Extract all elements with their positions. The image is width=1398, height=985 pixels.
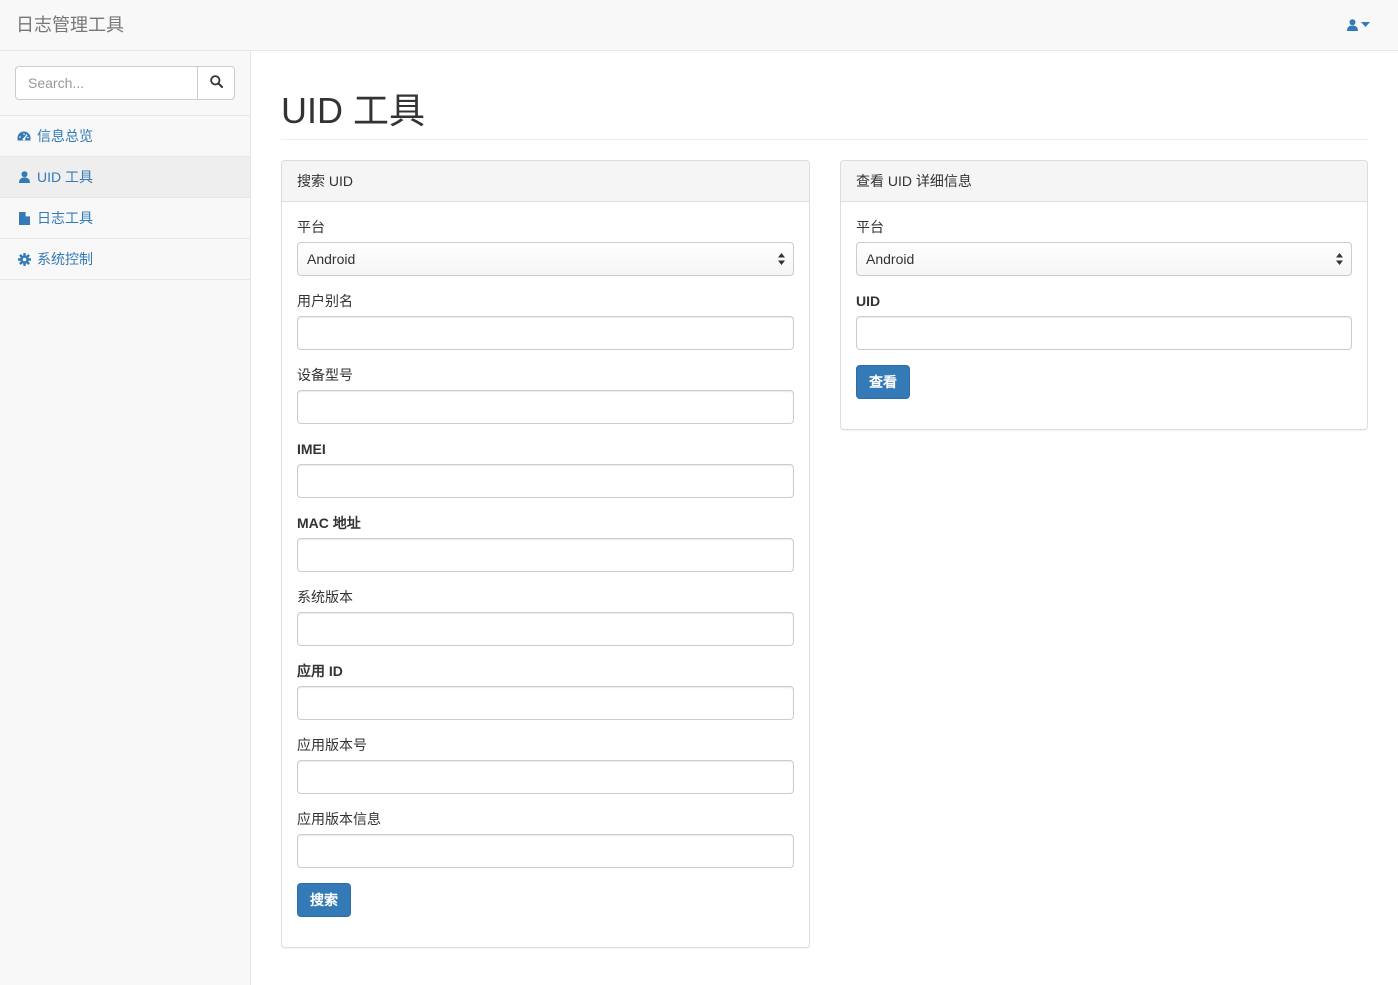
os-version-group: 系统版本 [297,587,794,646]
select-arrows-icon [1336,253,1343,265]
app-version-info-input[interactable] [297,834,794,868]
dashboard-icon [17,129,31,143]
alias-group: 用户别名 [297,291,794,350]
alias-label: 用户别名 [297,293,353,309]
user-icon [1347,19,1358,31]
search-submit-button[interactable]: 搜索 [297,883,351,917]
imei-group: IMEI [297,439,794,498]
app-id-group: 应用 ID [297,661,794,720]
device-model-label: 设备型号 [297,367,353,383]
detail-platform-group: 平台 Android [856,217,1352,276]
uid-label: UID [856,293,881,309]
platform-select-value: Android [307,251,356,267]
mac-group: MAC 地址 [297,513,794,572]
app-version-label: 应用版本号 [297,737,367,753]
mac-label: MAC 地址 [297,515,361,531]
search-group [15,66,235,100]
search-input[interactable] [15,66,197,100]
search-icon [209,75,223,91]
caret-down-icon [1361,22,1370,28]
os-version-label: 系统版本 [297,589,353,605]
brand-title[interactable]: 日志管理工具 [16,14,124,36]
sidebar-search [0,51,250,116]
user-menu-toggle[interactable] [1347,17,1370,33]
alias-input[interactable] [297,316,794,350]
mac-input[interactable] [297,538,794,572]
sidebar-item-label: 日志工具 [37,210,93,226]
sidebar-item-label: UID 工具 [37,169,93,185]
sidebar-item-label: 信息总览 [37,128,93,144]
detail-platform-select[interactable]: Android [856,242,1352,276]
sidebar-item-log-tool[interactable]: 日志工具 [0,198,250,239]
app-version-info-label: 应用版本信息 [297,811,381,827]
search-button[interactable] [197,66,235,100]
view-submit-button[interactable]: 查看 [856,365,910,399]
sidebar-item-label: 系统控制 [37,251,93,267]
uid-detail-panel: 查看 UID 详细信息 平台 Android UID 查看 [840,160,1368,430]
panel-body: 平台 Android UID 查看 [841,202,1367,399]
device-model-group: 设备型号 [297,365,794,424]
uid-input[interactable] [856,316,1352,350]
os-version-input[interactable] [297,612,794,646]
sidebar-item-overview[interactable]: 信息总览 [0,116,250,157]
platform-label: 平台 [297,219,325,235]
uid-group: UID [856,291,1352,350]
detail-platform-select-value: Android [866,251,915,267]
page-title: UID 工具 [281,90,426,131]
app-id-label: 应用 ID [297,663,343,679]
panel-heading: 搜索 UID [282,161,809,202]
app-id-input[interactable] [297,686,794,720]
file-icon [17,211,31,225]
imei-label: IMEI [297,441,326,457]
imei-input[interactable] [297,464,794,498]
search-uid-panel: 搜索 UID 平台 Android 用户别名 设备型号 IMEI MAC 地址 [281,160,810,948]
user-icon [17,170,31,184]
sidebar-item-system-control[interactable]: 系统控制 [0,239,250,280]
sidebar-item-uid-tool[interactable]: UID 工具 [0,157,250,198]
app-version-info-group: 应用版本信息 [297,809,794,868]
app-version-input[interactable] [297,760,794,794]
detail-platform-label: 平台 [856,219,884,235]
platform-select[interactable]: Android [297,242,794,276]
panel-heading: 查看 UID 详细信息 [841,161,1367,202]
device-model-input[interactable] [297,390,794,424]
top-navbar: 日志管理工具 [0,0,1398,51]
select-arrows-icon [778,253,785,265]
gear-icon [17,252,31,266]
platform-group: 平台 Android [297,217,794,276]
app-version-group: 应用版本号 [297,735,794,794]
sidebar: 信息总览 UID 工具 日志工具 系统控制 [0,51,251,985]
title-divider [281,139,1368,140]
panel-body: 平台 Android 用户别名 设备型号 IMEI MAC 地址 系统版本 应用… [282,202,809,917]
